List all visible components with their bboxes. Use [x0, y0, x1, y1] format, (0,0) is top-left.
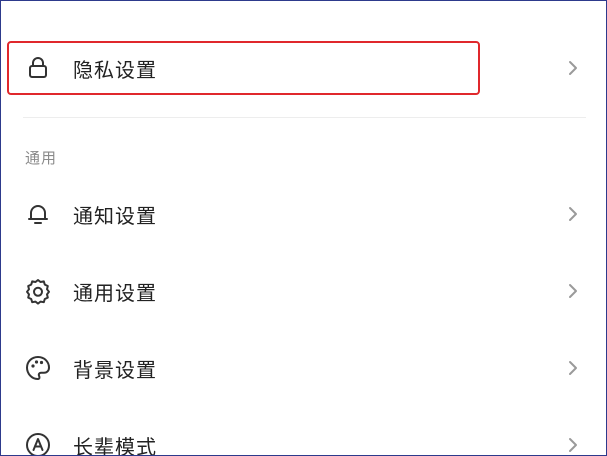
settings-panel: 隐私设置 通用 通知设置 通用设置 背景设置 长辈模式	[0, 0, 607, 456]
privacy-settings-row[interactable]: 隐私设置	[1, 38, 606, 98]
chevron-right-icon	[566, 58, 580, 78]
chevron-right-icon	[566, 281, 580, 301]
palette-icon	[23, 353, 53, 383]
chevron-right-icon	[566, 204, 580, 224]
general-settings-label: 通用设置	[73, 280, 157, 305]
background-settings-label: 背景设置	[73, 357, 157, 382]
notification-settings-row[interactable]: 通知设置	[1, 184, 606, 244]
chevron-right-icon	[566, 435, 580, 455]
lock-icon	[23, 53, 53, 83]
elder-mode-icon	[23, 430, 53, 455]
notification-settings-label: 通知设置	[73, 203, 157, 228]
elder-mode-label: 长辈模式	[73, 434, 157, 456]
privacy-settings-label: 隐私设置	[73, 57, 157, 82]
gear-icon	[23, 276, 53, 306]
general-settings-row[interactable]: 通用设置	[1, 261, 606, 321]
elder-mode-row[interactable]: 长辈模式	[1, 415, 606, 456]
background-settings-row[interactable]: 背景设置	[1, 338, 606, 398]
chevron-right-icon	[566, 358, 580, 378]
section-title-general: 通用	[25, 149, 58, 167]
bell-icon	[23, 199, 53, 229]
divider	[23, 117, 586, 118]
